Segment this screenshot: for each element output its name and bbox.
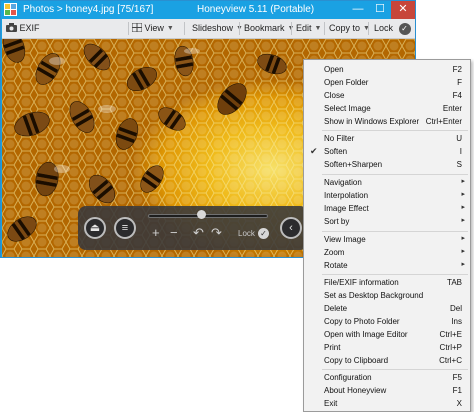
submenu-arrow-icon: ▸: [461, 178, 465, 185]
copy-to-label: Copy to: [329, 23, 361, 33]
menu-item-interpolation[interactable]: Interpolation ▸: [304, 189, 470, 202]
submenu-arrow-icon: ▸: [461, 204, 465, 211]
honeyview-logo-icon: [4, 3, 17, 16]
lock-toggle[interactable]: Lock ✓: [374, 19, 411, 38]
submenu-arrow-icon: ▸: [461, 261, 465, 268]
menu-item-about-honeyview[interactable]: About Honeyview F1: [304, 384, 470, 397]
grid-icon: [131, 22, 143, 33]
previous-image-button[interactable]: ‹: [280, 217, 302, 239]
window-title: Honeyview 5.11 (Portable): [197, 4, 315, 15]
menu-item-exit[interactable]: Exit X: [304, 397, 470, 410]
menu-item-copy-to-photo-folder[interactable]: Copy to Photo Folder Ins: [304, 315, 470, 328]
menu-item-close[interactable]: Close F4: [304, 89, 470, 102]
toolbar-divider: [324, 22, 325, 35]
menu-item-open-with-image-editor[interactable]: Open with Image Editor Ctrl+E: [304, 328, 470, 341]
edit-menu[interactable]: Edit ▼: [296, 19, 321, 38]
submenu-arrow-icon: ▸: [461, 191, 465, 198]
lock-label: Lock: [374, 23, 394, 33]
menu-item-zoom[interactable]: Zoom ▸: [304, 246, 470, 259]
menu-item-soften-sharpen[interactable]: Soften+Sharpen S: [304, 158, 470, 171]
checkmark-icon: ✔: [310, 146, 318, 156]
maximize-button[interactable]: ☐: [369, 1, 391, 19]
zoom-out-button[interactable]: −: [170, 226, 178, 240]
close-button[interactable]: ✕: [391, 1, 415, 19]
bookmark-menu[interactable]: Bookmark▼: [244, 19, 294, 38]
toolbar-divider: [368, 22, 369, 35]
menu-item-configuration[interactable]: Configuration F5: [304, 371, 470, 384]
menu-item-navigation[interactable]: Navigation ▸: [304, 176, 470, 189]
toolbar-divider: [128, 22, 129, 35]
menu-item-set-desktop-background[interactable]: Set as Desktop Background: [304, 289, 470, 302]
check-circle-icon: ✓: [398, 23, 411, 35]
menu-item-print[interactable]: Print Ctrl+P: [304, 341, 470, 354]
menu-item-no-filter[interactable]: No Filter U: [304, 132, 470, 145]
submenu-arrow-icon: ▸: [461, 217, 465, 224]
chevron-down-icon: ▼: [166, 25, 174, 32]
menu-item-file-exif-information[interactable]: File/EXIF information TAB: [304, 276, 470, 289]
submenu-arrow-icon: ▸: [461, 248, 465, 255]
menu-item-show-in-explorer[interactable]: Show in Windows Explorer Ctrl+Enter: [304, 115, 470, 128]
menu-divider: [322, 130, 468, 131]
menu-item-delete[interactable]: Delete Del: [304, 302, 470, 315]
rotate-right-button[interactable]: ↷: [211, 226, 222, 240]
menu-item-open[interactable]: Open F2: [304, 63, 470, 76]
menu-item-copy-to-clipboard[interactable]: Copy to Clipboard Ctrl+C: [304, 354, 470, 367]
menu-item-soften[interactable]: ✔ Soften I: [304, 145, 470, 158]
zoom-in-button[interactable]: +: [152, 226, 160, 240]
slideshow-label: Slideshow: [192, 23, 234, 33]
title-bar[interactable]: Photos > honey4.jpg [75/167] Honeyview 5…: [1, 1, 415, 19]
menu-divider: [322, 274, 468, 275]
toolbar-divider: [239, 22, 240, 35]
context-menu: Open F2 Open Folder F Close F4 Select Image…: [303, 59, 471, 412]
toolbar-divider: [291, 22, 292, 35]
chevron-down-icon: ▼: [314, 25, 322, 32]
check-circle-icon: ✓: [258, 228, 269, 239]
camera-icon: [6, 23, 17, 32]
zoom-slider[interactable]: [148, 214, 268, 218]
exif-label: EXIF: [19, 23, 40, 33]
bookmark-label: Bookmark: [244, 23, 285, 33]
copy-to-menu[interactable]: Copy to ▼: [329, 19, 370, 38]
overlay-lock-label[interactable]: Lock: [238, 229, 255, 238]
menu-divider: [322, 231, 468, 232]
submenu-arrow-icon: ▸: [461, 235, 465, 242]
menu-item-sort-by[interactable]: Sort by ▸: [304, 215, 470, 228]
menu-divider: [322, 174, 468, 175]
menu-divider: [322, 369, 468, 370]
window-controls: — ☐ ✕: [347, 1, 415, 19]
menu-item-open-folder[interactable]: Open Folder F: [304, 76, 470, 89]
viewer-control-panel: ⏏ ≡ + − ↶ ↷ Lock ✓ ‹: [78, 206, 308, 250]
menu-item-image-effect[interactable]: Image Effect ▸: [304, 202, 470, 215]
breadcrumb: Photos > honey4.jpg [75/167]: [23, 4, 154, 15]
view-menu[interactable]: View ▼: [131, 19, 174, 38]
view-label: View: [144, 23, 164, 33]
minimize-button[interactable]: —: [347, 1, 369, 19]
zoom-slider-handle[interactable]: [196, 210, 206, 219]
toolbar: EXIF View▼ Slideshow▼ Bookmark▼ Edit▼ Co…: [2, 19, 415, 39]
toolbar-divider: [184, 22, 185, 35]
menu-item-view-image[interactable]: View Image ▸: [304, 233, 470, 246]
exif-button[interactable]: EXIF: [6, 19, 40, 38]
menu-button[interactable]: ≡: [114, 217, 136, 239]
menu-item-rotate[interactable]: Rotate ▸: [304, 259, 470, 272]
edit-label: Edit: [296, 23, 312, 33]
eject-button[interactable]: ⏏: [84, 217, 106, 239]
menu-item-select-image[interactable]: Select Image Enter: [304, 102, 470, 115]
rotate-left-button[interactable]: ↶: [193, 226, 204, 240]
slideshow-menu[interactable]: Slideshow▼: [192, 19, 243, 38]
